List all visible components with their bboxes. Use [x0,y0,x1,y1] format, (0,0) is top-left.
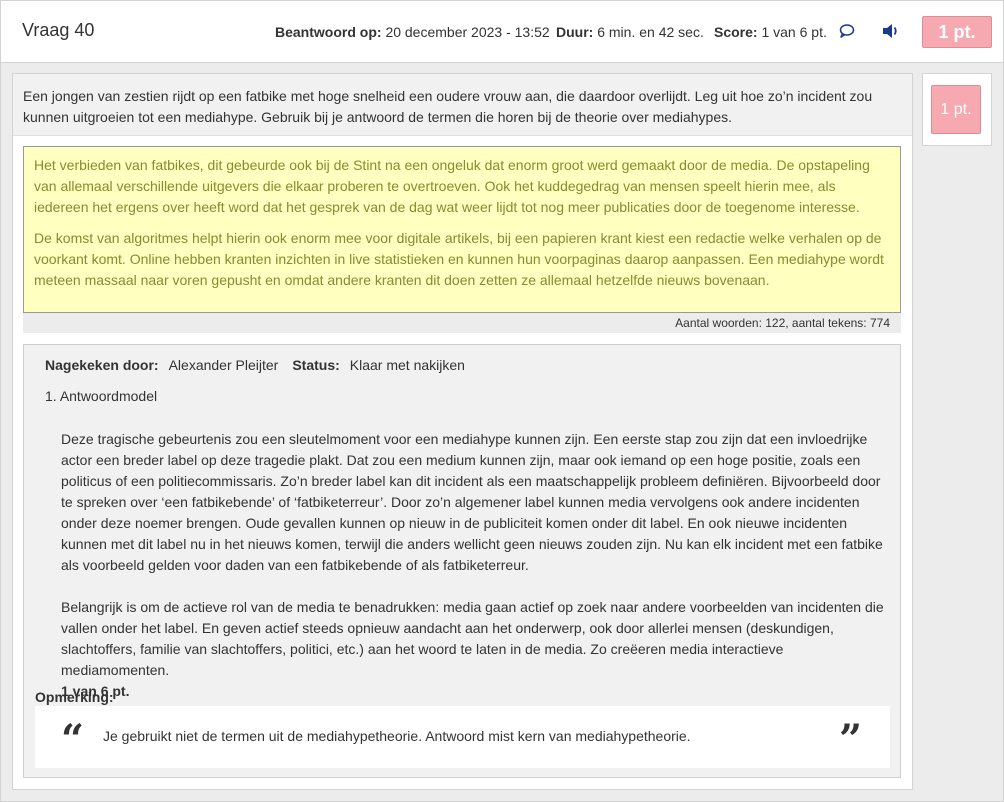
answer-paragraph: Het verbieden van fatbikes, dit gebeurde… [34,157,870,215]
answer-model-heading: 1. Antwoordmodel [45,388,157,404]
score: Score: 1 van 6 pt. [714,24,827,40]
comment-icon[interactable] [837,21,857,41]
page-frame: Vraag 40 Beantwoord op: 20 december 2023… [0,0,1004,802]
score-label: Score: [714,24,758,40]
answer-model-paragraph: Belangrijk is om de actieve rol van de m… [61,599,884,678]
answer-model-text: Deze tragische gebeurtenis zou een sleut… [61,429,891,723]
question-title: Vraag 40 [22,20,95,40]
score-value: 1 van 6 pt. [761,24,827,40]
answer-paragraph: De komst van algoritmes helpt hierin ook… [34,230,884,288]
answered-on-label: Beantwoord op: [275,24,382,40]
answer-model-title: Antwoordmodel [59,388,158,404]
remark-quote: “ Je gebruikt niet de termen uit de medi… [35,706,890,768]
question-header: Vraag 40 Beantwoord op: 20 december 2023… [1,1,1003,63]
status-value: Klaar met nakijken [349,357,465,373]
points-badge: 1 pt. [922,16,992,48]
remark-label: Opmerking: [35,689,114,705]
remark-text: Je gebruikt niet de termen uit de mediah… [103,728,691,744]
review-header: Nagekeken door: Alexander Pleijter Status:… [45,357,479,373]
quote-close-icon: ” [839,716,863,763]
speaker-icon[interactable] [881,21,901,41]
graded-by-value: Alexander Pleijter [168,357,279,373]
side-points-panel: 1 pt. [922,73,992,146]
side-points-badge[interactable]: 1 pt. [931,85,981,134]
duration-label: Duur: [556,24,594,40]
duration: Duur: 6 min. en 42 sec. [556,24,704,40]
graded-by-label: Nagekeken door: [45,357,159,373]
question-text: Een jongen van zestien rijdt op een fatb… [23,88,873,125]
answered-on: Beantwoord op: 20 december 2023 - 13:52 [275,24,550,40]
status-label: Status: [292,357,340,373]
answer-model-score: 1 van 6 pt. [61,683,130,699]
review-panel: Nagekeken door: Alexander Pleijter Status:… [23,344,901,778]
question-card: Een jongen van zestien rijdt op een fatb… [12,73,913,790]
answered-on-value: 20 december 2023 - 13:52 [385,24,550,40]
student-answer: Het verbieden van fatbikes, dit gebeurde… [23,146,901,313]
duration-value: 6 min. en 42 sec. [597,24,704,40]
answer-model-number: 1. [45,388,57,404]
quote-open-icon: “ [61,716,85,763]
word-counter: Aantal woorden: 122, aantal tekens: 774 [23,313,901,333]
answer-model-paragraph: Deze tragische gebeurtenis zou een sleut… [61,431,883,573]
question-prompt: Een jongen van zestien rijdt op een fatb… [13,74,912,136]
word-counter-text: Aantal woorden: 122, aantal tekens: 774 [675,316,890,330]
